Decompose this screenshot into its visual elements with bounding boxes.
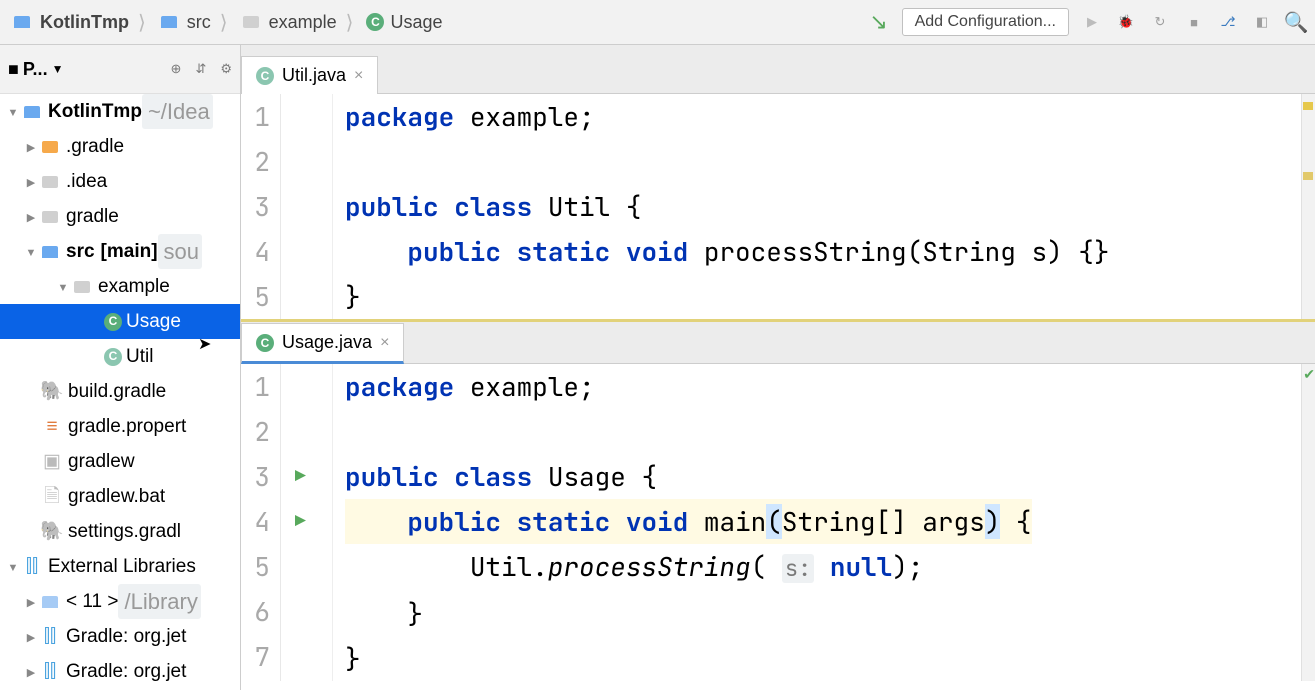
tab-label: Util.java [282,65,346,86]
collapse-icon[interactable]: ⇵ [195,61,206,77]
tab-label: Usage.java [282,332,372,353]
crumb-project[interactable]: KotlinTmp⟩ [8,8,153,37]
tree-gradle[interactable]: gradle [0,199,240,234]
tree-jdk[interactable]: < 11 >/Library [0,584,240,619]
shell-icon: ▣ [42,452,62,472]
crumb-usage[interactable]: C Usage [362,10,446,35]
run-icon[interactable]: ▶ [1081,11,1103,33]
param-hint: s: [782,554,814,583]
run-line-icon[interactable]: ▶ [281,499,332,544]
tree-gradlew-bat[interactable]: 🗎gradlew.bat [0,479,240,514]
tab-util[interactable]: C Util.java × [241,56,378,94]
libs-icon: ⫿⫿ [40,627,60,647]
elephant-icon: 🐘 [42,382,62,402]
git-icon[interactable]: ⎇ [1217,11,1239,33]
elephant-icon: 🐘 [42,522,62,542]
crumb-src[interactable]: src⟩ [155,8,235,37]
editor-usage[interactable]: 1234567 ▶▶ package example; public class… [241,364,1315,681]
settings-gear-icon[interactable]: ⚙ [220,61,232,77]
project-view-selector[interactable]: ■ P... ▼ [8,59,157,80]
code-content[interactable]: package example; public class Usage { pu… [333,364,1032,681]
class-icon: C [256,334,274,352]
coverage-icon[interactable]: ↻ [1149,11,1171,33]
search-icon[interactable]: 🔍 [1285,11,1307,33]
gutter: 1234567 [241,364,281,681]
code-content[interactable]: package example; public class Util { pub… [333,94,1109,319]
run-gutter [281,94,333,319]
tree-example[interactable]: example [0,269,240,304]
tree-gradle-dot[interactable]: .gradle [0,129,240,164]
props-icon: ≡ [42,417,62,437]
libs-icon: ⫿⫿ [22,557,42,577]
tab-usage[interactable]: C Usage.java × [241,323,404,364]
project-sidebar: ■ P... ▼ ⊕ ⇵ ⚙ KotlinTmp~/Idea .gradle .… [0,45,241,690]
tree-root[interactable]: KotlinTmp~/Idea [0,94,240,129]
project-tree: KotlinTmp~/Idea .gradle .idea gradle src… [0,94,240,690]
class-icon: C [256,67,274,85]
tree-gradle-props[interactable]: ≡gradle.propert [0,409,240,444]
tree-src[interactable]: src[main]sou [0,234,240,269]
locate-icon[interactable]: ⊕ [171,61,182,77]
crumb-example[interactable]: example⟩ [237,8,361,37]
gutter: 12345 [241,94,281,319]
tree-gradle-lib-1[interactable]: ⫿⫿Gradle: org.jet [0,619,240,654]
class-icon: C [104,313,122,331]
src-folder-icon [159,12,179,32]
tree-build-gradle[interactable]: 🐘build.gradle [0,374,240,409]
tree-util[interactable]: CUtil [0,339,240,374]
tabbar-1: C Util.java × [241,45,1315,94]
class-icon: C [104,348,122,366]
tabbar-2: C Usage.java × [241,322,1315,364]
tree-ext-libs[interactable]: ⫿⫿External Libraries [0,549,240,584]
marker-bar[interactable] [1301,94,1315,319]
class-icon: C [366,13,384,31]
stop-icon[interactable]: ■ [1183,11,1205,33]
tree-gradle-lib-2[interactable]: ⫿⫿Gradle: org.jet [0,654,240,689]
layout-icon[interactable]: ◧ [1251,11,1273,33]
tree-gradlew[interactable]: ▣gradlew [0,444,240,479]
project-folder-icon [12,12,32,32]
add-configuration-button[interactable]: Add Configuration... [902,8,1069,36]
run-gutter[interactable]: ▶▶ [281,364,333,681]
sidebar-header: ■ P... ▼ ⊕ ⇵ ⚙ [0,45,240,94]
editor-util[interactable]: 12345 package example; public class Util… [241,94,1315,322]
debug-icon[interactable]: 🐞 [1115,11,1137,33]
tree-idea-dot[interactable]: .idea [0,164,240,199]
marker-bar[interactable]: ✔ [1301,364,1315,681]
editor-area: C Util.java × 12345 package example; pub… [241,45,1315,690]
package-folder-icon [241,12,261,32]
breadcrumbs: KotlinTmp⟩ src⟩ example⟩ C Usage [8,8,868,37]
tree-settings-gradle[interactable]: 🐘settings.gradl [0,514,240,549]
run-line-icon[interactable]: ▶ [281,454,332,499]
close-tab-icon[interactable]: × [380,334,389,352]
file-icon: 🗎 [42,487,62,507]
tree-usage[interactable]: CUsage [0,304,240,339]
ok-check-icon: ✔ [1303,366,1315,383]
close-tab-icon[interactable]: × [354,67,363,85]
libs-icon: ⫿⫿ [40,662,60,682]
build-hammer-icon[interactable]: ↘ [868,11,890,33]
main-toolbar: KotlinTmp⟩ src⟩ example⟩ C Usage ↘ Add C… [0,0,1315,45]
